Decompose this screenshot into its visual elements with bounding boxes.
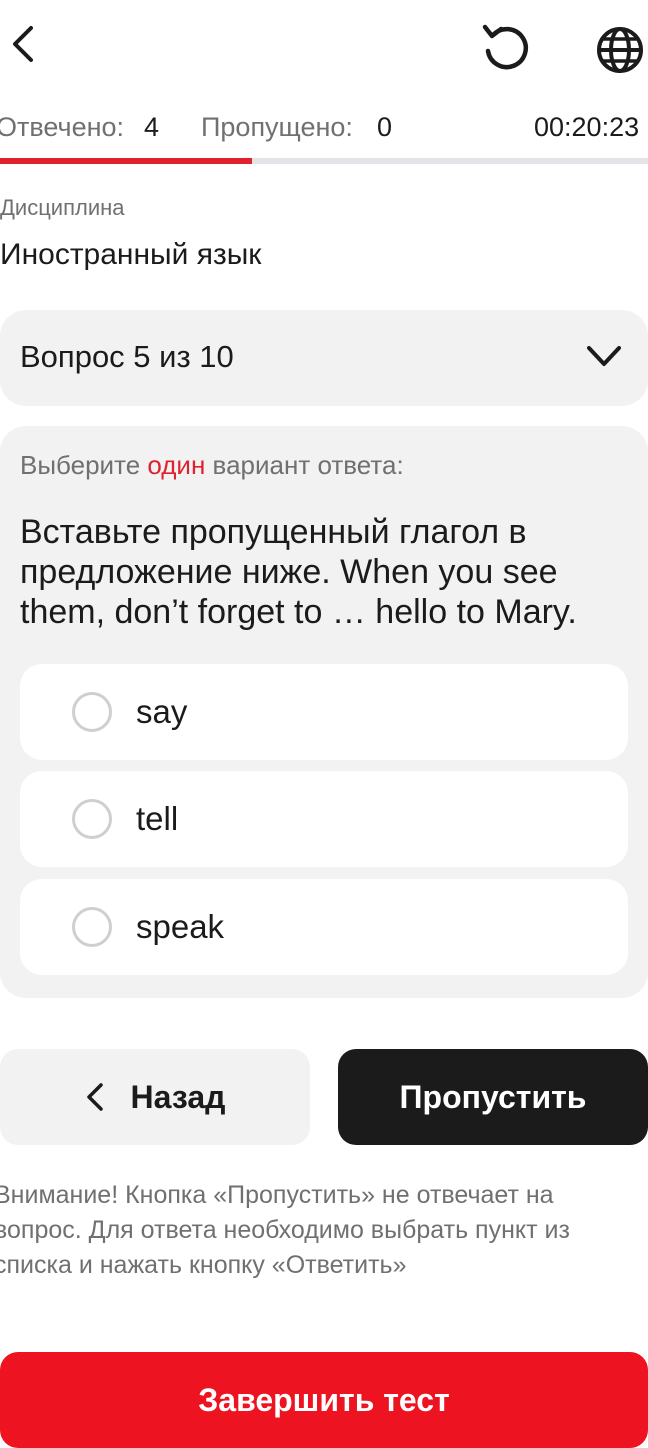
answer-option-label: say: [136, 693, 188, 730]
back-button-label: Назад: [130, 1078, 226, 1115]
answer-option-label: tell: [136, 800, 179, 837]
answer-instruction: Выберите один вариант ответа:: [20, 450, 404, 481]
answer-option-1[interactable]: say: [20, 664, 628, 760]
answer-option-2[interactable]: tell: [20, 771, 628, 867]
instruction-suffix: вариант ответа:: [205, 450, 404, 480]
finish-test-label: Завершить тест: [198, 1381, 450, 1418]
chevron-down-icon: [586, 344, 622, 375]
progress-bar-fill: [0, 158, 253, 164]
skip-notice: Внимание! Кнопка «Пропустить» не отвечае…: [0, 1181, 570, 1279]
answered-label: Отвечено:: [0, 112, 125, 142]
answered-count: 4: [144, 112, 160, 142]
instruction-prefix: Выберите: [20, 450, 148, 480]
answer-option-3[interactable]: speak: [20, 879, 628, 975]
question-selector[interactable]: Вопрос 5 из 10: [0, 310, 648, 406]
radio-button[interactable]: [72, 799, 112, 839]
back-button[interactable]: Назад: [0, 1049, 310, 1145]
answer-option-label: speak: [136, 908, 225, 945]
skip-button-label: Пропустить: [399, 1078, 587, 1115]
reset-icon[interactable]: [478, 20, 534, 76]
globe-icon[interactable]: [592, 22, 648, 78]
instruction-highlight: один: [147, 450, 206, 480]
finish-test-button[interactable]: Завершить тест: [0, 1352, 648, 1448]
question-text: Вставьте пропущенный глагол в предложени…: [20, 513, 577, 631]
test-stats: Отвечено: 4 Пропущено: 0 00:20:23: [0, 110, 648, 146]
discipline-label: Дисциплина: [0, 195, 125, 220]
chevron-left-icon: [85, 1082, 105, 1112]
back-icon[interactable]: [0, 22, 44, 66]
radio-button[interactable]: [72, 692, 112, 732]
question-selector-label: Вопрос 5 из 10: [20, 339, 234, 374]
skipped-count: 0: [377, 112, 393, 142]
radio-button[interactable]: [72, 907, 112, 947]
progress-bar: [0, 158, 648, 164]
skipped-label: Пропущено:: [201, 112, 353, 142]
discipline-value: Иностранный язык: [0, 238, 262, 271]
skip-button[interactable]: Пропустить: [338, 1049, 648, 1145]
timer: 00:20:23: [534, 112, 640, 142]
